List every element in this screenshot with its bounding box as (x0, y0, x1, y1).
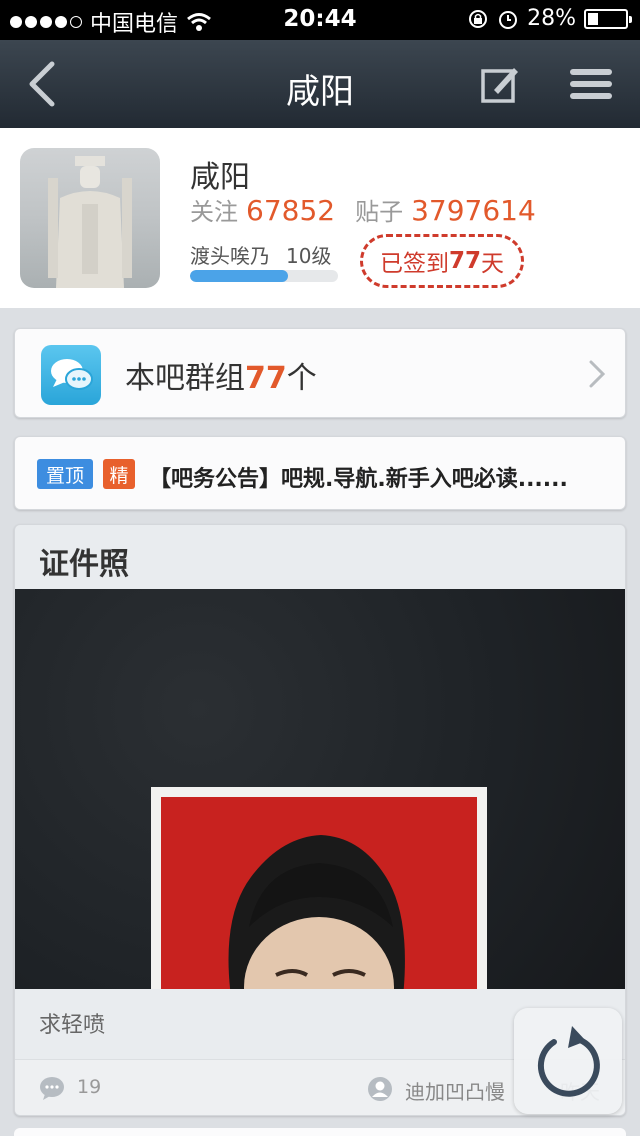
forum-groups-row[interactable]: 本吧群组77个 (14, 328, 626, 418)
alarm-icon (499, 10, 518, 29)
refresh-button[interactable] (514, 1008, 622, 1114)
forum-header: 咸阳 关注 67852 贴子 3797614 渡头唉乃 10级 已签到 77 天 (0, 128, 640, 308)
next-post-card[interactable] (14, 1128, 626, 1136)
groups-count: 77 (245, 361, 287, 396)
signed-days: 77 (448, 248, 481, 274)
page-title: 咸阳 (286, 72, 354, 112)
user-level: 渡头唉乃 10级 (190, 240, 331, 269)
status-right: 28% (467, 6, 632, 31)
follow-count: 67852 (246, 194, 336, 227)
refresh-icon (537, 1026, 600, 1097)
follow-label: 关注 (190, 198, 238, 226)
post-description: 求轻喷 (39, 1013, 106, 1038)
level-title: 渡头唉乃 (190, 244, 270, 268)
groups-suffix: 个 (286, 361, 317, 396)
menu-icon[interactable] (568, 66, 614, 102)
status-bar: 中国电信 20:44 28% (0, 0, 640, 40)
signed-in-badge[interactable]: 已签到 77 天 (360, 234, 524, 288)
notice-title: 【吧务公告】吧规.导航.新手入吧必读...... (149, 467, 568, 492)
signed-prefix: 已签到 (379, 251, 449, 277)
nav-bar: 咸阳 (0, 40, 640, 128)
pinned-tag: 置顶 (37, 459, 93, 489)
posts-label: 贴子 (355, 198, 404, 226)
forum-avatar[interactable] (20, 148, 160, 288)
groups-prefix: 本吧群组 (125, 361, 245, 396)
signed-suffix: 天 (481, 251, 504, 277)
id-photo (151, 787, 487, 989)
user-icon (368, 1077, 392, 1101)
level-progress-fill (190, 270, 288, 282)
comment-icon (40, 1077, 64, 1100)
post-title: 证件照 (39, 547, 129, 582)
pinned-notice[interactable]: 置顶 精 【吧务公告】吧规.导航.新手入吧必读...... (14, 436, 626, 510)
level-progress-bar (190, 270, 338, 282)
posts-count: 3797614 (411, 194, 536, 227)
forum-name: 咸阳 (190, 160, 250, 195)
edit-icon[interactable] (480, 64, 520, 104)
chevron-right-icon (589, 360, 606, 388)
essence-tag: 精 (103, 459, 135, 489)
chat-bubbles-icon (41, 345, 101, 405)
post-image[interactable] (15, 589, 625, 989)
forum-stats: 关注 67852 贴子 3797614 (190, 192, 556, 227)
portrait-image (228, 835, 405, 989)
comment-count: 19 (77, 1076, 102, 1098)
rotation-lock-icon (469, 9, 488, 28)
forum-groups-label: 本吧群组77个 (125, 353, 317, 397)
battery-icon (584, 8, 632, 29)
statue-image (48, 156, 132, 288)
level-number: 10级 (286, 244, 332, 268)
post-author[interactable]: 迪加凹凸慢 (405, 1076, 505, 1105)
battery-level (588, 12, 599, 25)
battery-percent: 28% (527, 6, 576, 31)
